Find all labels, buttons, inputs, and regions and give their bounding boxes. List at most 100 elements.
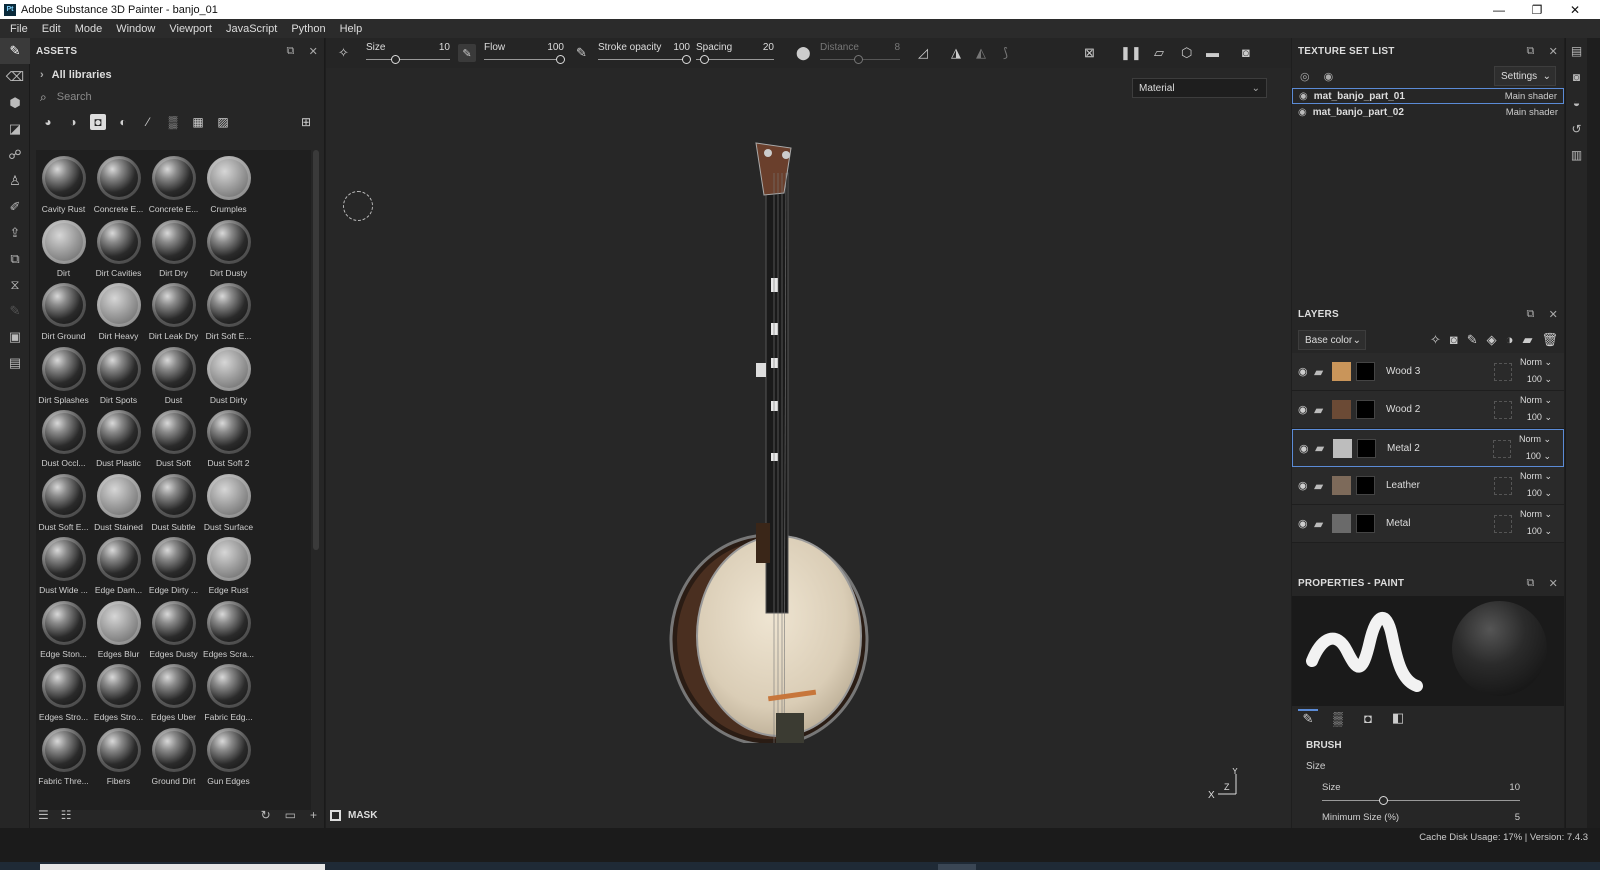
flow-slider[interactable]: Flow 100 <box>484 38 565 68</box>
blend-mode-select[interactable]: Norm ⌄ <box>1519 434 1551 445</box>
channel-select[interactable]: Base color ⌄ <box>1298 330 1366 350</box>
smudge-tool-icon[interactable]: ☍ <box>0 142 30 168</box>
pen-pressure-icon[interactable]: ✎ <box>458 44 476 62</box>
hide-eye-icon[interactable]: ◎ <box>1300 70 1310 83</box>
asset-thumbnail[interactable]: Dust Soft E... <box>36 470 91 534</box>
close-panel-icon[interactable]: ✕ <box>1549 308 1558 321</box>
menu-viewport[interactable]: Viewport <box>162 23 219 35</box>
disabled-tool-icon[interactable]: ✎ <box>0 298 30 324</box>
undock-icon[interactable]: ⧉ <box>287 45 295 58</box>
asset-thumbnail[interactable]: Crumples <box>201 152 256 216</box>
polygon-fill-tool-icon[interactable]: ◪ <box>0 116 30 142</box>
asset-thumbnail[interactable]: Dust Wide ... <box>36 533 91 597</box>
brush-size-slider[interactable]: Size 10 <box>1322 782 1520 812</box>
blend-mode-select[interactable]: Norm ⌄ <box>1520 509 1552 520</box>
filter-materials-icon[interactable]: ◕ <box>40 114 56 130</box>
texture-set-settings-icon[interactable]: ▤ <box>1566 38 1587 64</box>
projection-tool-icon[interactable]: ⬢ <box>0 90 30 116</box>
asset-thumbnail[interactable]: Dust Surface <box>201 470 256 534</box>
eye-icon[interactable]: ◉ <box>1299 442 1315 455</box>
history-icon[interactable]: ↺ <box>1566 116 1587 142</box>
asset-thumbnail[interactable]: Edges Scra... <box>201 597 256 661</box>
close-panel-icon[interactable]: ✕ <box>1549 577 1558 590</box>
layer-row[interactable]: ◉ ▰ Metal 2 Norm ⌄ 100 ⌄ <box>1292 429 1564 467</box>
layer-mask-thumbnail[interactable] <box>1356 514 1375 533</box>
menu-mode[interactable]: Mode <box>68 23 110 35</box>
asset-thumbnail[interactable]: Edges Stro... <box>91 660 146 724</box>
asset-thumbnail[interactable]: Dust Soft 2 <box>201 406 256 470</box>
filter-brushes-icon[interactable]: ⁄ <box>140 114 156 130</box>
layer-mask-thumbnail[interactable] <box>1356 400 1375 419</box>
layer-mask-thumbnail[interactable] <box>1356 362 1375 381</box>
asset-thumbnail[interactable]: Edge Dam... <box>91 533 146 597</box>
undock-icon[interactable]: ⧉ <box>1527 45 1535 58</box>
maximize-button[interactable]: ❐ <box>1518 0 1556 19</box>
asset-thumbnail[interactable]: Cavity Rust <box>36 152 91 216</box>
stroke-opacity-slider[interactable]: Stroke opacity 100 <box>598 38 691 68</box>
layer-mask-thumbnail[interactable] <box>1356 476 1375 495</box>
asset-thumbnail[interactable]: Ground Dirt <box>146 724 201 788</box>
taskbar-app[interactable] <box>938 864 976 870</box>
symmetry-settings-icon[interactable]: ◭ <box>976 45 986 61</box>
asset-thumbnail[interactable]: Dust <box>146 343 201 407</box>
pause-icon[interactable]: ❚❚ <box>1120 45 1142 61</box>
layer-row[interactable]: ◉ ▰ Metal Norm ⌄ 100 ⌄ <box>1292 505 1564 543</box>
asset-thumbnail[interactable]: Edges Stro... <box>36 660 91 724</box>
eye-icon[interactable]: ◉ <box>1299 91 1308 102</box>
blend-mode-select[interactable]: Norm ⌄ <box>1520 357 1552 368</box>
filter-textures-icon[interactable]: ▒ <box>165 114 181 130</box>
opacity-value[interactable]: 100 ⌄ <box>1527 526 1552 537</box>
mask-toggle[interactable]: MASK <box>326 802 377 828</box>
distance-slider[interactable]: Distance 8 <box>820 38 900 68</box>
layer-mask-thumbnail[interactable] <box>1357 438 1376 458</box>
asset-search[interactable]: ⌕ Search <box>30 86 324 108</box>
blend-mode-select[interactable]: Norm ⌄ <box>1520 471 1552 482</box>
close-panel-icon[interactable]: ✕ <box>309 45 318 58</box>
menu-window[interactable]: Window <box>109 23 162 35</box>
2d-view-icon[interactable]: ▱ <box>1154 45 1164 61</box>
stroke-pressure-icon[interactable]: ✎ <box>576 45 587 61</box>
line-mode-icon[interactable]: ◿ <box>918 45 928 61</box>
asset-thumbnail[interactable]: Dirt Dusty <box>201 216 256 280</box>
brush-tab-icon[interactable]: ✎ <box>1298 709 1318 727</box>
asset-thumbnail[interactable]: Dirt Splashes <box>36 343 91 407</box>
asset-thumbnail[interactable]: Dust Stained <box>91 470 146 534</box>
layer-mask-slot[interactable] <box>1494 401 1512 419</box>
export-tool-icon[interactable]: ▤ <box>0 350 30 376</box>
layer-row[interactable]: ◉ ▰ Wood 2 Norm ⌄ 100 ⌄ <box>1292 391 1564 429</box>
menu-help[interactable]: Help <box>333 23 370 35</box>
eye-icon[interactable]: ◉ <box>1298 479 1314 492</box>
alpha-tab-icon[interactable]: ▒ <box>1328 711 1348 726</box>
asset-thumbnail[interactable]: Gun Edges <box>201 724 256 788</box>
add-paint-layer-icon[interactable]: ✎ <box>1467 332 1478 348</box>
eye-icon[interactable]: ◉ <box>1298 517 1314 530</box>
filter-smart-masks-icon[interactable]: ◘ <box>90 114 106 130</box>
asset-thumbnail[interactable]: Dust Subtle <box>146 470 201 534</box>
close-panel-icon[interactable]: ✕ <box>1549 45 1558 58</box>
bake-tool-icon[interactable]: ⇪ <box>0 220 30 246</box>
shader-settings-icon[interactable]: ◒ <box>1566 90 1587 116</box>
add-mask-icon[interactable]: ◙ <box>1450 332 1458 348</box>
viewport[interactable]: ✧ Size 10 ✎ Flow 100 ✎ Stroke opacity 10… <box>326 38 1291 828</box>
asset-thumbnail[interactable]: Dust Soft <box>146 406 201 470</box>
asset-thumbnail[interactable]: Edges Dusty <box>146 597 201 661</box>
lazy-mouse-icon[interactable]: ⬤ <box>796 45 811 61</box>
menu-file[interactable]: File <box>3 23 35 35</box>
shader-label[interactable]: Main shader <box>1505 91 1557 102</box>
asset-thumbnail[interactable]: Concrete E... <box>146 152 201 216</box>
eye-icon[interactable]: ◉ <box>1298 107 1307 118</box>
paint-brush-tool-icon[interactable]: ✎ <box>0 38 30 64</box>
display-settings-icon[interactable]: ◙ <box>1566 64 1587 90</box>
add-smart-material-icon[interactable]: ◑ <box>1506 332 1514 348</box>
taskbar-search[interactable] <box>40 864 325 870</box>
asset-thumbnail[interactable]: Dirt Heavy <box>91 279 146 343</box>
add-asset-icon[interactable]: + <box>310 808 317 822</box>
asset-thumbnail[interactable]: Edges Blur <box>91 597 146 661</box>
add-folder-icon[interactable]: ▰ <box>1522 332 1532 348</box>
spacing-slider[interactable]: Spacing 20 <box>696 38 774 68</box>
layer-row[interactable]: ◉ ▰ Leather Norm ⌄ 100 ⌄ <box>1292 467 1564 505</box>
refresh-icon[interactable]: ↻ <box>261 808 271 822</box>
opacity-value[interactable]: 100 ⌄ <box>1527 412 1552 423</box>
add-effect-icon[interactable]: ✧ <box>1430 332 1441 348</box>
eye-icon[interactable]: ◉ <box>1298 403 1314 416</box>
